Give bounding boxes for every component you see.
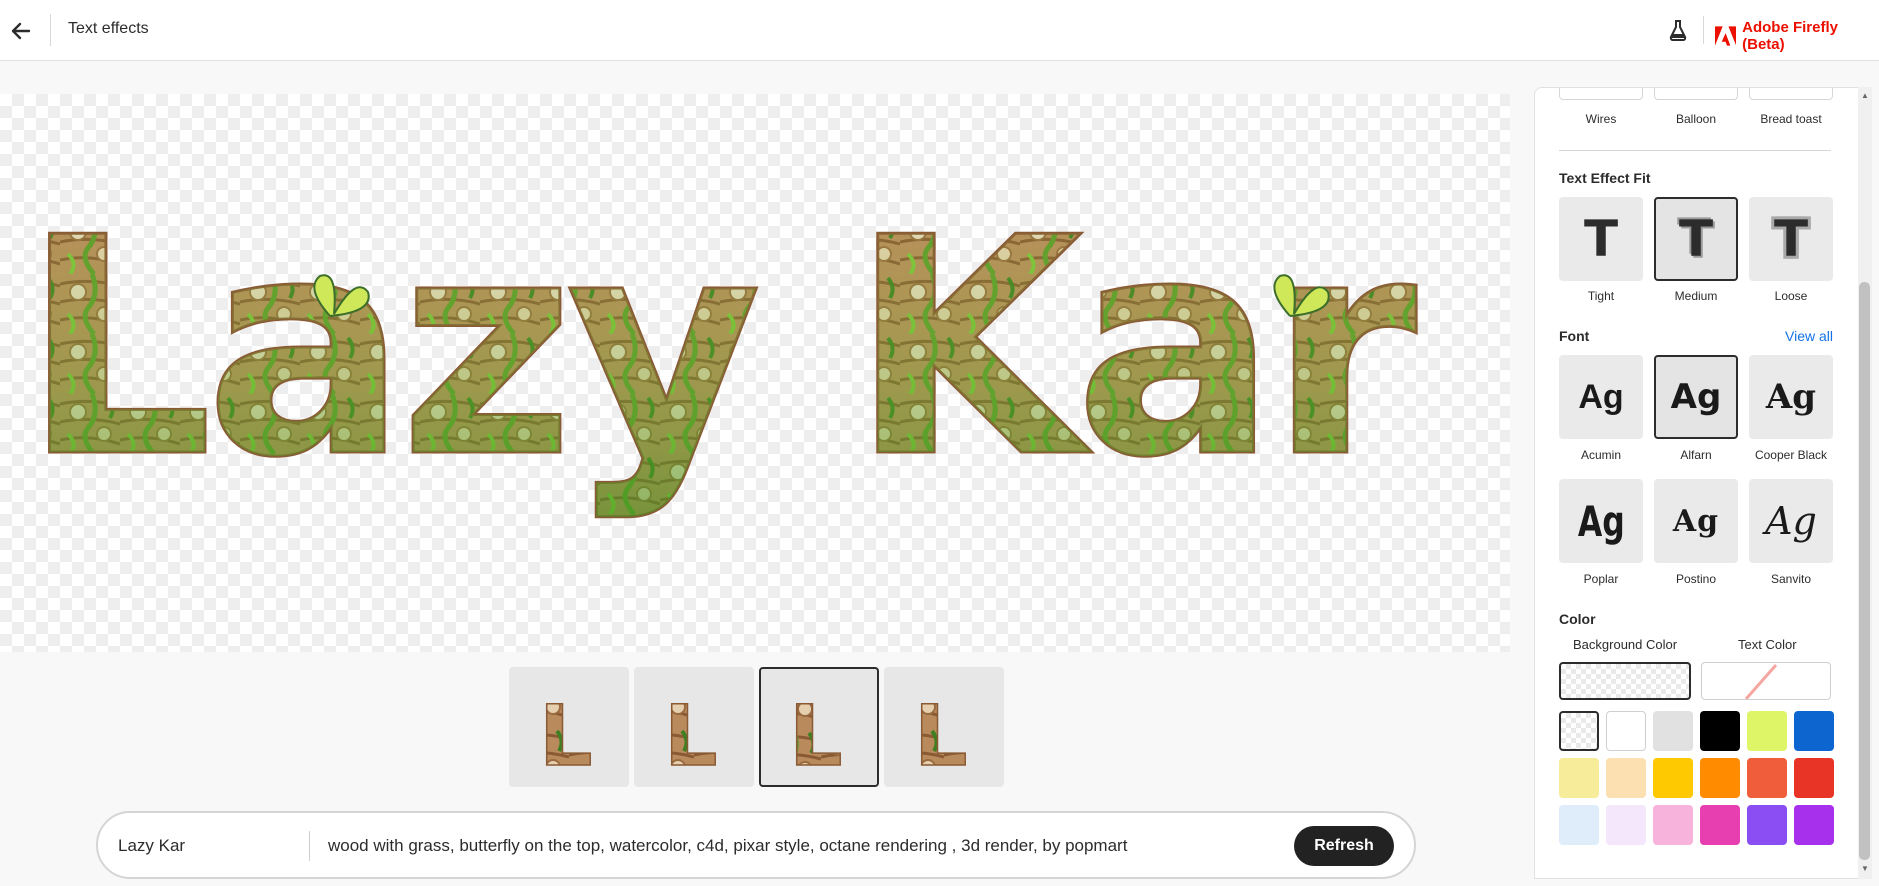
back-button[interactable] — [8, 18, 34, 44]
text-input[interactable] — [118, 833, 298, 859]
swatch-pale-blue[interactable] — [1559, 805, 1599, 845]
panel-divider — [1559, 150, 1831, 151]
fit-section-title: Text Effect Fit — [1559, 170, 1651, 186]
swatch-violet[interactable] — [1747, 805, 1787, 845]
swatch-white[interactable] — [1606, 711, 1646, 751]
fit-loose-icon: T — [1773, 210, 1809, 268]
scrollbar-thumb[interactable] — [1859, 282, 1870, 860]
font-option-alfarn[interactable]: Ag — [1654, 355, 1738, 439]
swatch-pink[interactable] — [1653, 805, 1693, 845]
font-option-poplar[interactable]: Ag — [1559, 479, 1643, 563]
font-preview: Ag — [1578, 377, 1624, 416]
variation-thumbnail-3[interactable]: L — [759, 667, 879, 787]
prompt-bar: Refresh — [96, 811, 1416, 879]
swatch-yellow[interactable] — [1653, 758, 1693, 798]
font-option-cooper-black[interactable]: Ag — [1749, 355, 1833, 439]
view-all-link[interactable]: View all — [1785, 328, 1833, 344]
svg-text:Lazy Kar: Lazy Kar — [22, 174, 1419, 523]
font-preview: Ag — [1765, 499, 1817, 543]
font-label: Postino — [1675, 572, 1717, 586]
app-header: Text effects Adobe Firefly (Beta) — [0, 0, 1879, 61]
swatch-pale-yellow[interactable] — [1559, 758, 1599, 798]
svg-text:L: L — [539, 687, 593, 785]
fit-option-loose[interactable]: T — [1749, 197, 1833, 281]
scroll-down-icon[interactable]: ▼ — [1861, 864, 1869, 873]
font-option-sanvito[interactable]: Ag — [1749, 479, 1833, 563]
swatch-black[interactable] — [1700, 711, 1740, 751]
background-color-picker[interactable] — [1559, 662, 1691, 700]
refresh-button[interactable]: Refresh — [1294, 826, 1394, 866]
font-preview: Ag — [1670, 377, 1722, 417]
variation-thumbnail-1[interactable]: L — [509, 667, 629, 787]
header-divider — [50, 14, 51, 46]
fit-label: Medium — [1674, 289, 1718, 303]
font-label: Acumin — [1580, 448, 1621, 462]
fit-medium-icon: T — [1678, 210, 1714, 268]
fit-tight-icon: T — [1583, 210, 1619, 268]
style-label: Wires — [1585, 112, 1617, 126]
no-color-icon — [1744, 664, 1778, 699]
font-label: Poplar — [1583, 572, 1619, 586]
fit-label: Loose — [1774, 289, 1808, 303]
swatch-magenta[interactable] — [1700, 805, 1740, 845]
preview-canvas[interactable]: Lazy Kar Lazy Kar — [0, 94, 1510, 652]
flask-icon[interactable] — [1668, 19, 1688, 41]
style-tile-wires[interactable] — [1559, 88, 1643, 100]
swatch-red-orange[interactable] — [1747, 758, 1787, 798]
background-color-label: Background Color — [1573, 637, 1678, 652]
settings-panel: Wires Balloon Bread toast Text Effect Fi… — [1534, 87, 1862, 879]
font-option-postino[interactable]: Ag — [1654, 479, 1738, 563]
effect-text: Lazy Kar Lazy Kar — [21, 173, 1429, 525]
brand-name: Adobe Firefly (Beta) — [1742, 19, 1838, 53]
brand[interactable]: Adobe Firefly (Beta) — [1715, 19, 1879, 53]
svg-text:L: L — [789, 687, 843, 785]
svg-text:L: L — [664, 687, 718, 785]
style-label: Bread toast — [1760, 112, 1822, 126]
swatch-light-gray[interactable] — [1653, 711, 1693, 751]
swatch-pale-lavender[interactable] — [1606, 805, 1646, 845]
swatch-blue[interactable] — [1794, 711, 1834, 751]
header-divider — [1703, 16, 1704, 44]
swatch-purple[interactable] — [1794, 805, 1834, 845]
font-preview: Ag — [1577, 496, 1625, 546]
font-label: Sanvito — [1770, 572, 1812, 586]
arrow-left-icon — [11, 22, 31, 40]
text-effect-preview: Lazy Kar Lazy Kar — [21, 173, 1429, 525]
prompt-input[interactable] — [328, 833, 1328, 859]
variation-thumbnail-4[interactable]: L — [884, 667, 1004, 787]
font-section-title: Font — [1559, 328, 1590, 344]
swatch-red[interactable] — [1794, 758, 1834, 798]
adobe-logo-icon — [1715, 26, 1737, 46]
text-color-label: Text Color — [1738, 637, 1797, 652]
font-preview: Ag — [1672, 503, 1720, 539]
prompt-divider — [309, 831, 310, 861]
fit-option-tight[interactable]: T — [1559, 197, 1643, 281]
scroll-up-icon[interactable]: ▲ — [1861, 91, 1869, 100]
font-label: Alfarn — [1680, 448, 1712, 462]
page-title: Text effects — [68, 20, 149, 37]
text-color-picker[interactable] — [1701, 662, 1831, 700]
font-preview: Ag — [1765, 377, 1817, 417]
fit-label: Tight — [1587, 289, 1615, 303]
style-tile-balloon[interactable] — [1654, 88, 1738, 100]
swatch-peach[interactable] — [1606, 758, 1646, 798]
fit-option-medium[interactable]: T — [1654, 197, 1738, 281]
style-tile-bread-toast[interactable] — [1749, 88, 1833, 100]
svg-text:L: L — [914, 687, 968, 785]
swatch-lime[interactable] — [1747, 711, 1787, 751]
font-option-acumin[interactable]: Ag — [1559, 355, 1643, 439]
style-label: Balloon — [1675, 112, 1717, 126]
swatch-orange[interactable] — [1700, 758, 1740, 798]
variation-thumbnail-2[interactable]: L — [634, 667, 754, 787]
font-label: Cooper Black — [1754, 448, 1828, 462]
color-section-title: Color — [1559, 611, 1596, 627]
swatch-transparent[interactable] — [1559, 711, 1599, 751]
